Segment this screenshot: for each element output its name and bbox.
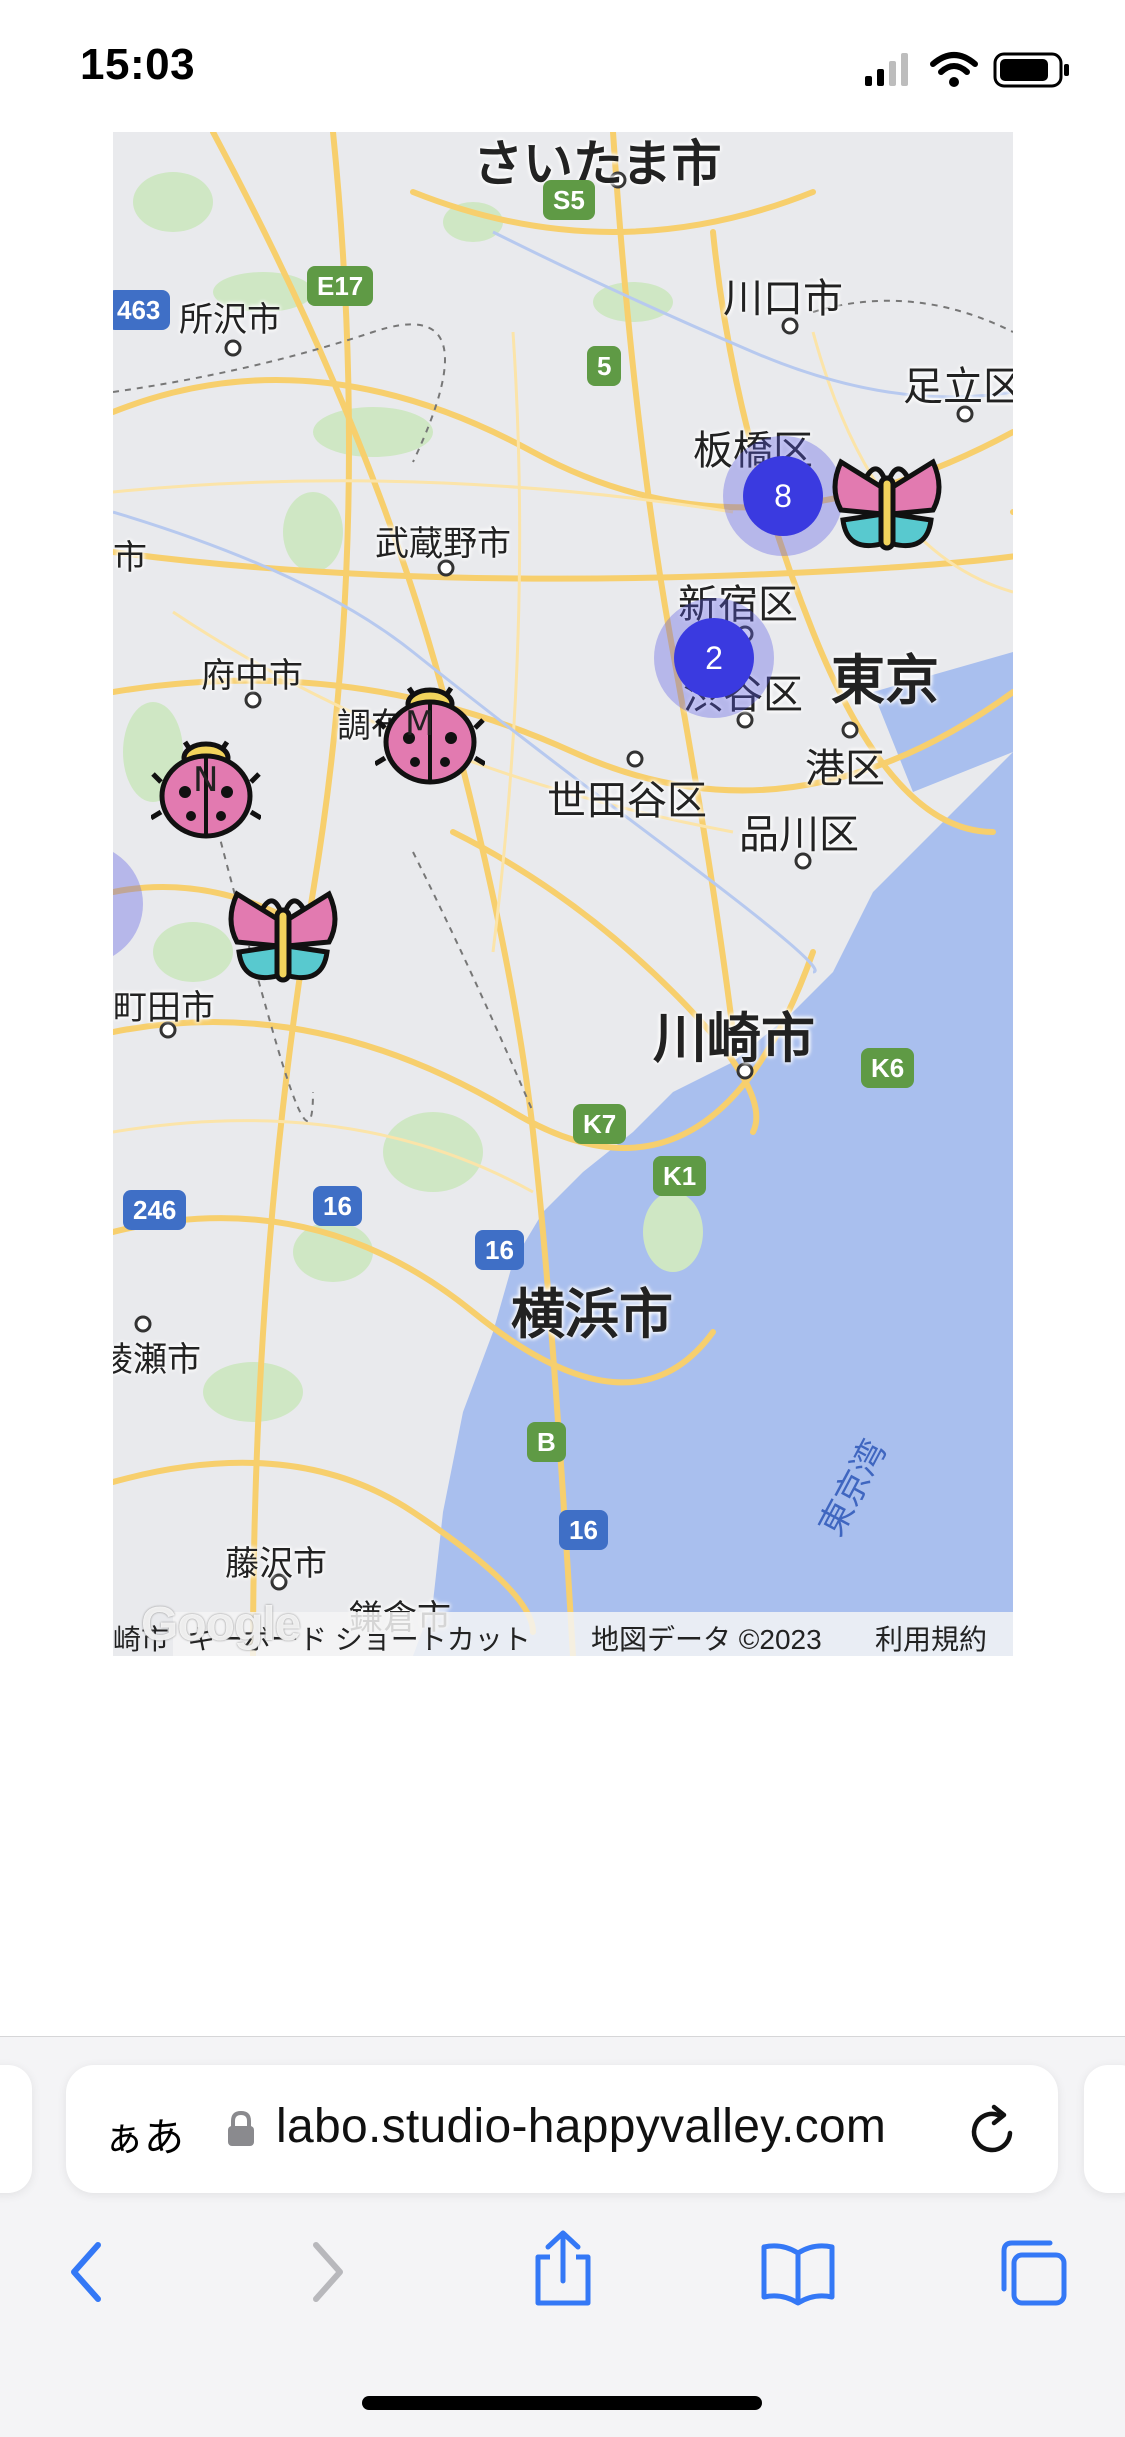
cluster-count: 8: [743, 456, 823, 536]
google-logo: Google: [141, 1598, 301, 1651]
status-icons: [825, 50, 1085, 90]
shield-k6: K6: [861, 1048, 915, 1088]
place-kawaguchi: 川口市: [723, 276, 843, 322]
butterfly-icon[interactable]: [223, 880, 343, 1000]
previous-tab-preview[interactable]: [0, 2065, 32, 2193]
tabs-icon[interactable]: [996, 2237, 1072, 2309]
url-text[interactable]: labo.studio-happyvalley.com: [276, 2099, 886, 2154]
back-icon[interactable]: [62, 2237, 112, 2307]
place-tokorozawa: 所沢市: [179, 300, 281, 340]
shield-16b: 16: [475, 1230, 524, 1270]
status-bar: 15:03: [0, 0, 1125, 130]
marker-cluster[interactable]: 8: [723, 436, 843, 556]
marker-letter-n: N: [193, 760, 219, 800]
place-musashino: 武蔵野市: [375, 524, 511, 564]
place-tokyo: 東京: [831, 649, 939, 712]
marker-letter-m: M: [405, 704, 435, 744]
map-data-attribution[interactable]: 地図データ ©2023: [591, 1618, 822, 1656]
butterfly-icon[interactable]: [827, 448, 947, 568]
place-minato: 港区: [805, 746, 885, 792]
wifi-icon: [930, 52, 978, 87]
shield-s5: S5: [543, 180, 595, 220]
page-settings-button[interactable]: ぁあ: [104, 2105, 184, 2163]
lock-icon: [228, 2111, 254, 2146]
shield-b: B: [527, 1422, 566, 1462]
forward-icon[interactable]: [302, 2237, 352, 2307]
cluster-count: 2: [674, 618, 754, 698]
place-ayase: 綾瀬市: [113, 1340, 201, 1380]
place-fujisawa: 藤沢市: [225, 1544, 327, 1584]
address-bar[interactable]: ぁあ labo.studio-happyvalley.com: [66, 2065, 1058, 2193]
place-adachi: 足立区: [903, 364, 1013, 410]
bookmarks-icon[interactable]: [760, 2237, 836, 2307]
home-indicator: [362, 2396, 762, 2410]
place-kawasaki: 川崎市: [653, 1007, 815, 1070]
shield-5: 5: [587, 346, 622, 386]
shield-16c: 16: [559, 1510, 608, 1550]
place-shinagawa: 品川区: [739, 812, 859, 858]
map[interactable]: さいたま市 所沢市 川口市 足立区 板橋区 武蔵野市 市 新宿区 府中市 渋谷区…: [113, 132, 1013, 1656]
place-setagaya: 世田谷区: [547, 778, 707, 824]
shield-k1: K1: [653, 1156, 707, 1196]
battery-icon: [993, 52, 1069, 88]
browser-toolbar: ぁあ labo.studio-happyvalley.com: [0, 2036, 1125, 2437]
next-tab-preview[interactable]: [1084, 2065, 1125, 2193]
status-time: 15:03: [80, 40, 196, 89]
share-icon[interactable]: [528, 2229, 598, 2309]
place-yokohama: 横浜市: [511, 1283, 673, 1346]
shield-246: 246: [123, 1190, 187, 1230]
reload-icon[interactable]: [968, 2103, 1020, 2159]
shield-e17: E17: [307, 266, 374, 306]
shield-16a: 16: [313, 1186, 362, 1226]
shield-k7: K7: [573, 1104, 627, 1144]
place-shi-left: 市: [113, 538, 147, 578]
marker-cluster[interactable]: 2: [654, 598, 774, 718]
place-machida: 町田市: [113, 988, 215, 1028]
terms-link[interactable]: 利用規約: [875, 1618, 987, 1656]
place-saitama: さいたま市: [473, 135, 722, 193]
place-fuchu: 府中市: [201, 656, 303, 696]
shield-463: 463: [113, 290, 171, 330]
